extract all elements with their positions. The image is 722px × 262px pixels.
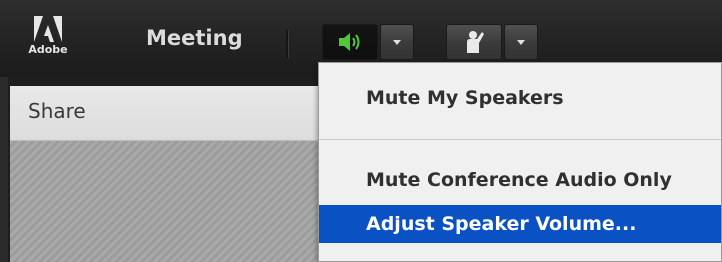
chevron-down-icon (393, 40, 401, 45)
mute-my-speakers-item[interactable]: Mute My Speakers (319, 87, 721, 117)
presenter-button[interactable] (446, 24, 502, 60)
speaker-button[interactable] (322, 24, 378, 60)
speaker-dropdown-button[interactable] (380, 24, 414, 60)
mute-conference-audio-item[interactable]: Mute Conference Audio Only (319, 169, 721, 199)
speaker-menu: Mute My Speakers Mute Conference Audio O… (318, 62, 722, 262)
meeting-menu[interactable]: Meeting (146, 26, 243, 50)
adobe-logo-text: Adobe (28, 43, 68, 56)
share-pod-title: Share (28, 99, 86, 123)
speaker-icon (339, 33, 360, 51)
toolbar-divider (286, 30, 289, 58)
menu-divider (319, 139, 721, 140)
presenter-icon (467, 31, 484, 53)
adobe-logo: Adobe (28, 16, 68, 64)
adjust-speaker-volume-item[interactable]: Adjust Speaker Volume... (319, 205, 721, 243)
chevron-down-icon (517, 40, 525, 45)
presenter-dropdown-button[interactable] (504, 24, 538, 60)
adobe-logo-icon (34, 16, 62, 42)
